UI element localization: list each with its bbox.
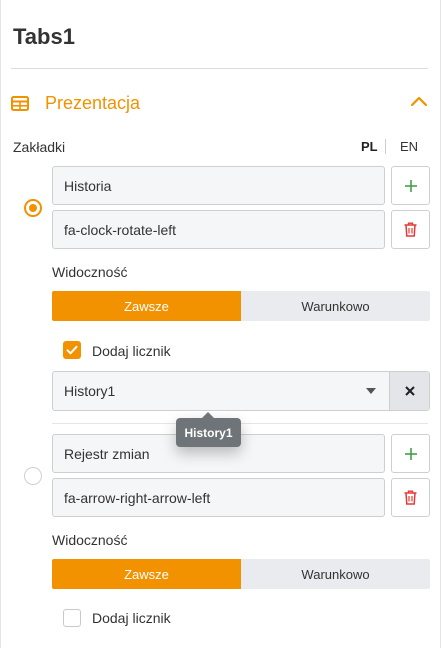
tab-icon-input[interactable]: fa-clock-rotate-left	[52, 210, 385, 249]
plus-icon	[404, 179, 417, 192]
add-tab-button[interactable]	[391, 434, 430, 473]
trash-icon	[404, 222, 417, 237]
tab-name-input[interactable]: Historia	[52, 166, 385, 205]
counter-source-value: History1	[64, 383, 116, 399]
tab-radio-rejestr-zmian[interactable]	[24, 467, 42, 485]
section-header-prezentacja[interactable]: Prezentacja	[11, 86, 428, 120]
add-counter-label: Dodaj licznik	[92, 343, 171, 359]
visibility-toggle: Zawsze Warunkowo	[52, 291, 430, 321]
add-tab-button[interactable]	[391, 166, 430, 205]
delete-tab-button[interactable]	[391, 478, 430, 517]
visibility-option-always[interactable]: Zawsze	[52, 291, 241, 321]
title-divider	[11, 68, 428, 69]
tooltip: History1	[176, 412, 241, 447]
language-pl[interactable]: PL	[361, 139, 378, 154]
visibility-toggle: Zawsze Warunkowo	[52, 559, 430, 589]
add-counter-checkbox[interactable]	[63, 609, 81, 627]
visibility-label: Widoczność	[52, 264, 128, 280]
visibility-label: Widoczność	[52, 532, 128, 548]
language-en[interactable]: EN	[400, 139, 418, 154]
clear-selection-button[interactable]	[389, 372, 429, 410]
dropdown-caret-icon[interactable]	[366, 388, 376, 394]
visibility-option-always[interactable]: Zawsze	[52, 559, 241, 589]
widget-title: Tabs1	[13, 24, 75, 49]
chevron-up-icon[interactable]	[410, 93, 428, 111]
table-icon	[11, 95, 29, 111]
close-icon	[404, 386, 415, 396]
visibility-option-conditional[interactable]: Warunkowo	[241, 291, 430, 321]
checkmark-icon	[66, 345, 78, 355]
section-title: Prezentacja	[45, 92, 141, 113]
add-counter-checkbox[interactable]	[63, 341, 81, 359]
properties-panel: Tabs1 Prezentacja Zakładki PL EN Histori…	[0, 0, 441, 648]
delete-tab-button[interactable]	[391, 210, 430, 249]
tab-icon-input[interactable]: fa-arrow-right-arrow-left	[52, 478, 385, 517]
counter-source-select[interactable]: History1	[52, 371, 430, 411]
tab-radio-historia[interactable]	[24, 199, 42, 217]
language-separator	[385, 139, 386, 154]
visibility-option-conditional[interactable]: Warunkowo	[241, 559, 430, 589]
tabs-label: Zakładki	[13, 139, 66, 155]
trash-icon	[404, 490, 417, 505]
plus-icon	[404, 447, 417, 460]
add-counter-label: Dodaj licznik	[92, 610, 171, 626]
